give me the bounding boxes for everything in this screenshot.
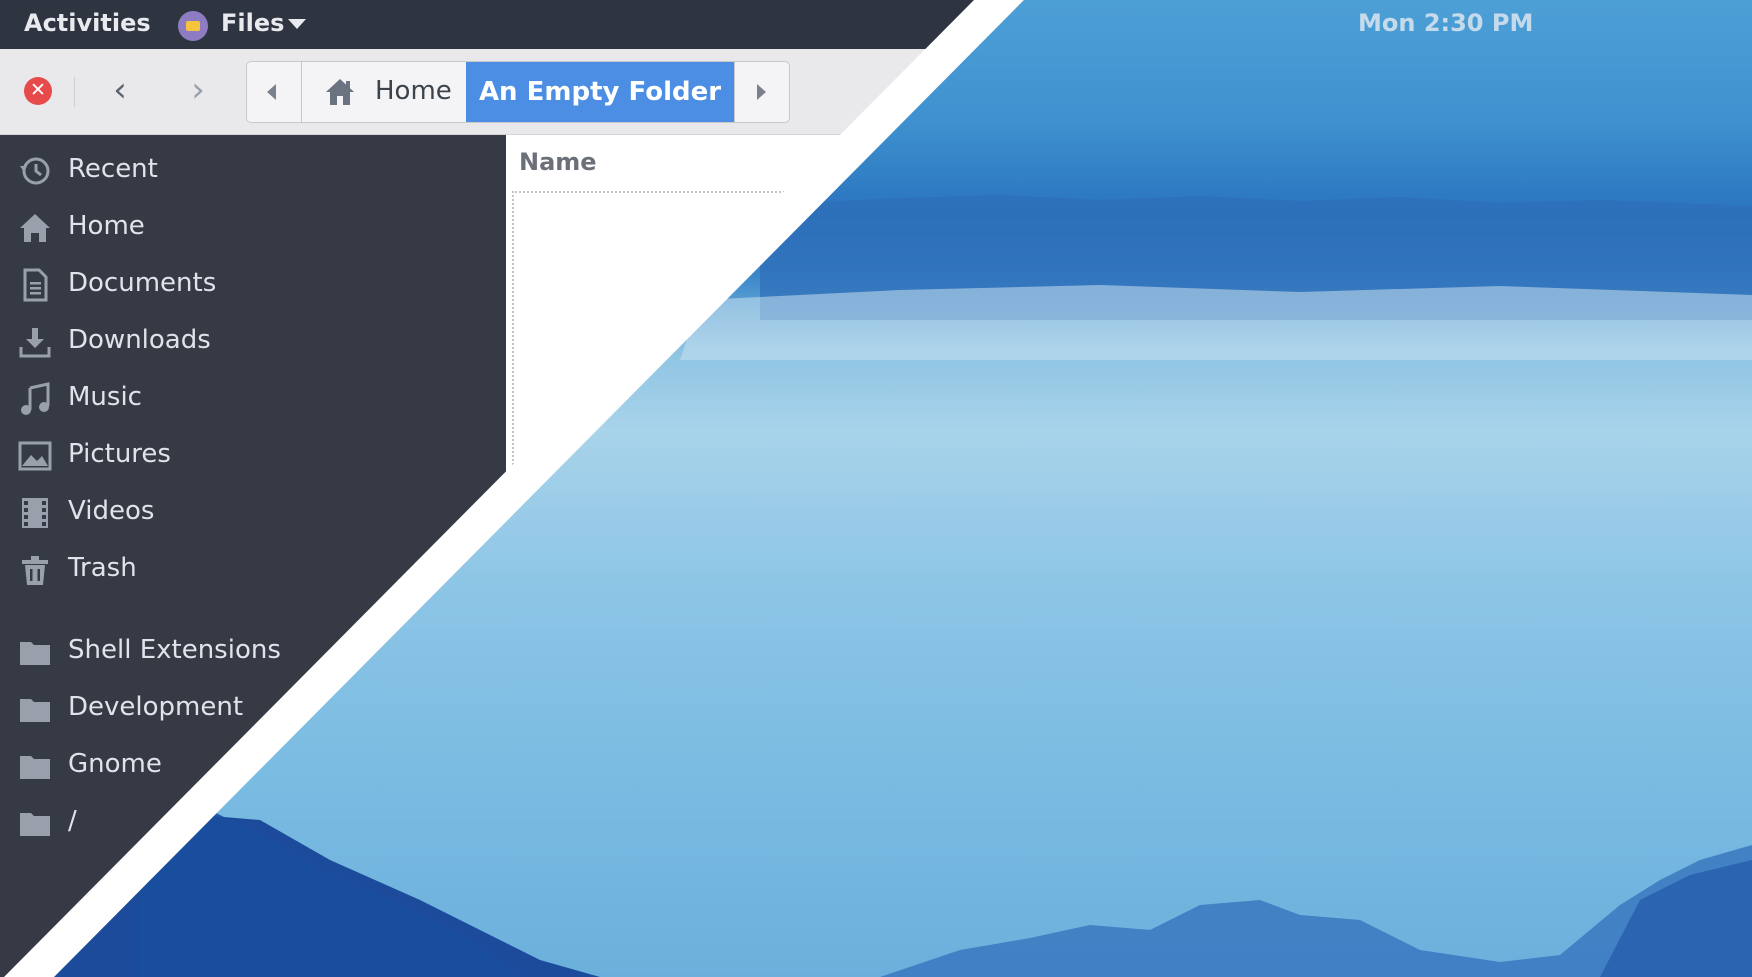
trash-icon <box>22 556 48 585</box>
column-focus-outline <box>512 191 514 501</box>
path-bar: Home An Empty Folder <box>246 61 790 123</box>
column-header-name[interactable]: Name <box>519 148 597 176</box>
forward-button[interactable]: › <box>178 69 218 113</box>
folder-icon <box>20 642 50 665</box>
folder-icon <box>20 813 50 836</box>
sidebar-item-label: Music <box>68 382 142 412</box>
video-icon <box>22 498 48 528</box>
path-scroll-right-button[interactable] <box>734 62 789 122</box>
sidebar-item-label: Gnome <box>68 749 162 779</box>
app-menu-button[interactable]: Files <box>221 9 284 37</box>
sidebar-item-label: Development <box>68 692 244 722</box>
path-scroll-left-button[interactable] <box>247 62 302 122</box>
sidebar-item-label: Recent <box>68 154 158 184</box>
sidebar-item-label: Videos <box>68 496 155 526</box>
activities-button[interactable]: Activities <box>24 9 151 37</box>
sidebar-item-pictures[interactable]: Pictures <box>0 425 506 483</box>
back-button[interactable]: ‹ <box>100 69 140 113</box>
header-separator <box>74 77 75 107</box>
sidebar-item-label: Shell Extensions <box>68 635 281 665</box>
sidebar-item-label: Downloads <box>68 325 211 355</box>
path-home-label: Home <box>375 76 452 106</box>
path-home-button[interactable]: Home <box>302 62 473 122</box>
sidebar-item-label: Documents <box>68 268 217 298</box>
sidebar-item-label: Trash <box>68 553 137 583</box>
download-icon <box>19 328 51 358</box>
music-icon <box>21 382 50 415</box>
sidebar-item-label: Pictures <box>68 439 171 469</box>
folder-icon <box>20 756 50 779</box>
sidebar-item-label: / <box>68 806 77 836</box>
document-icon <box>23 268 48 302</box>
picture-icon <box>18 441 52 471</box>
sidebar-item-videos[interactable]: Videos <box>0 482 506 540</box>
path-current-folder-button[interactable]: An Empty Folder <box>466 62 734 122</box>
sidebar-item-home[interactable]: Home <box>0 197 506 255</box>
files-app-icon[interactable] <box>178 11 208 41</box>
sidebar-item-downloads[interactable]: Downloads <box>0 311 506 369</box>
recent-icon <box>20 157 50 185</box>
chevron-down-icon[interactable] <box>288 19 306 29</box>
home-icon <box>20 214 50 242</box>
home-icon <box>326 79 354 105</box>
sidebar-item-documents[interactable]: Documents <box>0 254 506 312</box>
sidebar-item-recent[interactable]: Recent <box>0 140 506 198</box>
sidebar-item-label: Home <box>68 211 145 241</box>
column-header-divider <box>512 191 796 193</box>
sidebar-item-music[interactable]: Music <box>0 368 506 426</box>
folder-icon <box>20 699 50 722</box>
sidebar-item-trash[interactable]: Trash <box>0 539 506 597</box>
clock[interactable]: Mon 2:30 PM <box>1358 9 1533 37</box>
close-button[interactable]: ✕ <box>24 77 52 105</box>
